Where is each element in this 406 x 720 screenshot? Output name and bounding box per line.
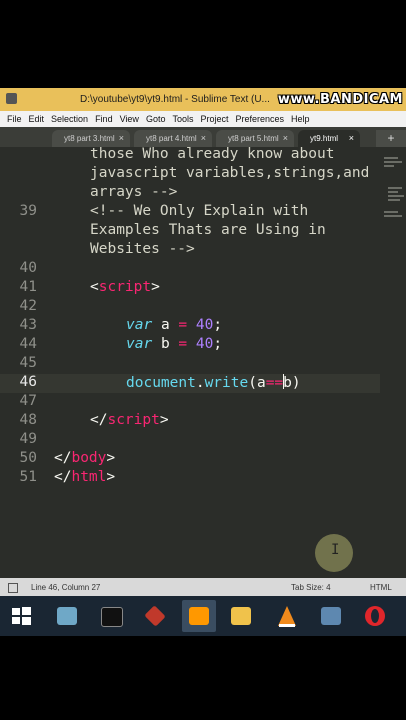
tab-close-icon[interactable]: × [283, 133, 288, 143]
code-comment: <!-- We Only Explain with [90, 203, 309, 219]
line-number: 48 [19, 412, 37, 428]
line-number: 43 [19, 317, 37, 333]
code-comment: arrays --> [90, 184, 178, 200]
command-prompt-icon[interactable] [94, 600, 128, 632]
menu-selection[interactable]: Selection [51, 114, 88, 124]
line-number: 51 [19, 469, 37, 485]
cursor-position: Line 46, Column 27 [31, 583, 101, 592]
tab-label: yt8 part 3.html [64, 134, 115, 143]
line-number: 44 [19, 336, 37, 352]
tab-close-icon[interactable]: × [349, 133, 354, 143]
sublime-app-icon [6, 93, 17, 104]
tab-close-icon[interactable]: × [201, 133, 206, 143]
code-line-current: 46 document.write(a==b) [0, 374, 380, 393]
menu-view[interactable]: View [120, 114, 139, 124]
code-editor[interactable]: those Who already know about javascript … [0, 147, 380, 578]
code-line: 42 [0, 298, 380, 317]
menu-project[interactable]: Project [200, 114, 228, 124]
title-bar[interactable]: D:\youtube\yt9\yt9.html - Sublime Text (… [0, 88, 406, 111]
tab-size-selector[interactable]: Tab Size: 4 [291, 583, 331, 592]
bandicam-watermark: www.BANDICAM [277, 92, 403, 107]
code-comment: Examples Thats are Using in [90, 222, 326, 238]
var-declaration: var b = 40; [126, 336, 223, 352]
code-line: 48 </script> [0, 412, 380, 431]
tab-yt8-part-5[interactable]: yt8 part 5.html × [216, 130, 294, 147]
windows-start-icon[interactable] [4, 600, 38, 632]
var-declaration: var a = 40; [126, 317, 223, 333]
folder-icon[interactable] [224, 600, 258, 632]
file-explorer-icon[interactable] [50, 600, 84, 632]
line-number: 45 [19, 355, 37, 371]
code-line: 50 </body> [0, 450, 380, 469]
code-line: 43 var a = 40; [0, 317, 380, 336]
line-number: 47 [19, 393, 37, 409]
code-line: 51 </html> [0, 469, 380, 488]
code-line: 44 var b = 40; [0, 336, 380, 355]
opera-icon[interactable] [358, 600, 392, 632]
window-title: D:\youtube\yt9\yt9.html - Sublime Text (… [80, 94, 270, 105]
line-number: 42 [19, 298, 37, 314]
line-number: 40 [19, 260, 37, 276]
menu-find[interactable]: Find [95, 114, 113, 124]
line-number: 39 [19, 203, 37, 219]
menu-edit[interactable]: Edit [29, 114, 45, 124]
tab-close-icon[interactable]: × [119, 133, 124, 143]
code-line: 39 <!-- We Only Explain with [0, 203, 380, 222]
new-tab-button[interactable]: + [376, 130, 406, 147]
code-line: 41 <script> [0, 279, 380, 298]
sublime-text-icon[interactable] [182, 600, 216, 632]
script-open-tag: <script> [90, 279, 160, 295]
tab-yt9[interactable]: yt9.html × [298, 130, 360, 147]
sketchup-icon[interactable] [138, 600, 172, 632]
code-comment: javascript variables,strings,and [90, 165, 370, 181]
code-line: 40 [0, 260, 380, 279]
vlc-icon[interactable] [270, 600, 304, 632]
code-comment: those Who already know about [90, 147, 335, 162]
code-comment: Websites --> [90, 241, 195, 257]
tab-yt8-part-3[interactable]: yt8 part 3.html × [52, 130, 130, 147]
panel-toggle-icon[interactable] [8, 583, 18, 593]
menu-bar: File Edit Selection Find View Goto Tools… [0, 111, 406, 127]
tab-bar: yt8 part 3.html × yt8 part 4.html × yt8 … [0, 127, 406, 147]
code-line: arrays --> [0, 184, 380, 203]
code-line: Websites --> [0, 241, 380, 260]
line-number: 41 [19, 279, 37, 295]
tab-label: yt8 part 4.html [146, 134, 197, 143]
html-close-tag: </html> [54, 469, 116, 485]
sublime-text-window: D:\youtube\yt9\yt9.html - Sublime Text (… [0, 88, 406, 636]
line-number: 50 [19, 450, 37, 466]
windows-taskbar [0, 596, 406, 636]
tab-label: yt8 part 5.html [228, 134, 279, 143]
document-write-call: document.write(a==b) [126, 374, 301, 391]
menu-help[interactable]: Help [291, 114, 310, 124]
menu-file[interactable]: File [7, 114, 22, 124]
body-close-tag: </body> [54, 450, 116, 466]
menu-preferences[interactable]: Preferences [235, 114, 284, 124]
line-number: 49 [19, 431, 37, 447]
menu-goto[interactable]: Goto [146, 114, 166, 124]
ibeam-cursor-icon: I [331, 542, 340, 558]
tab-label: yt9.html [310, 134, 339, 143]
code-line: those Who already know about [0, 147, 380, 165]
menu-tools[interactable]: Tools [172, 114, 193, 124]
syntax-selector[interactable]: HTML [370, 583, 392, 592]
minimap[interactable] [380, 147, 406, 267]
code-line: javascript variables,strings,and [0, 165, 380, 184]
code-line: 47 [0, 393, 380, 412]
line-number: 46 [19, 374, 37, 390]
status-bar: Line 46, Column 27 Tab Size: 4 HTML [0, 578, 406, 596]
code-line: Examples Thats are Using in [0, 222, 380, 241]
code-line: 49 [0, 431, 380, 450]
script-close-tag: </script> [90, 412, 169, 428]
screen-recorder-icon[interactable] [314, 600, 348, 632]
tab-yt8-part-4[interactable]: yt8 part 4.html × [134, 130, 212, 147]
code-line: 45 [0, 355, 380, 374]
